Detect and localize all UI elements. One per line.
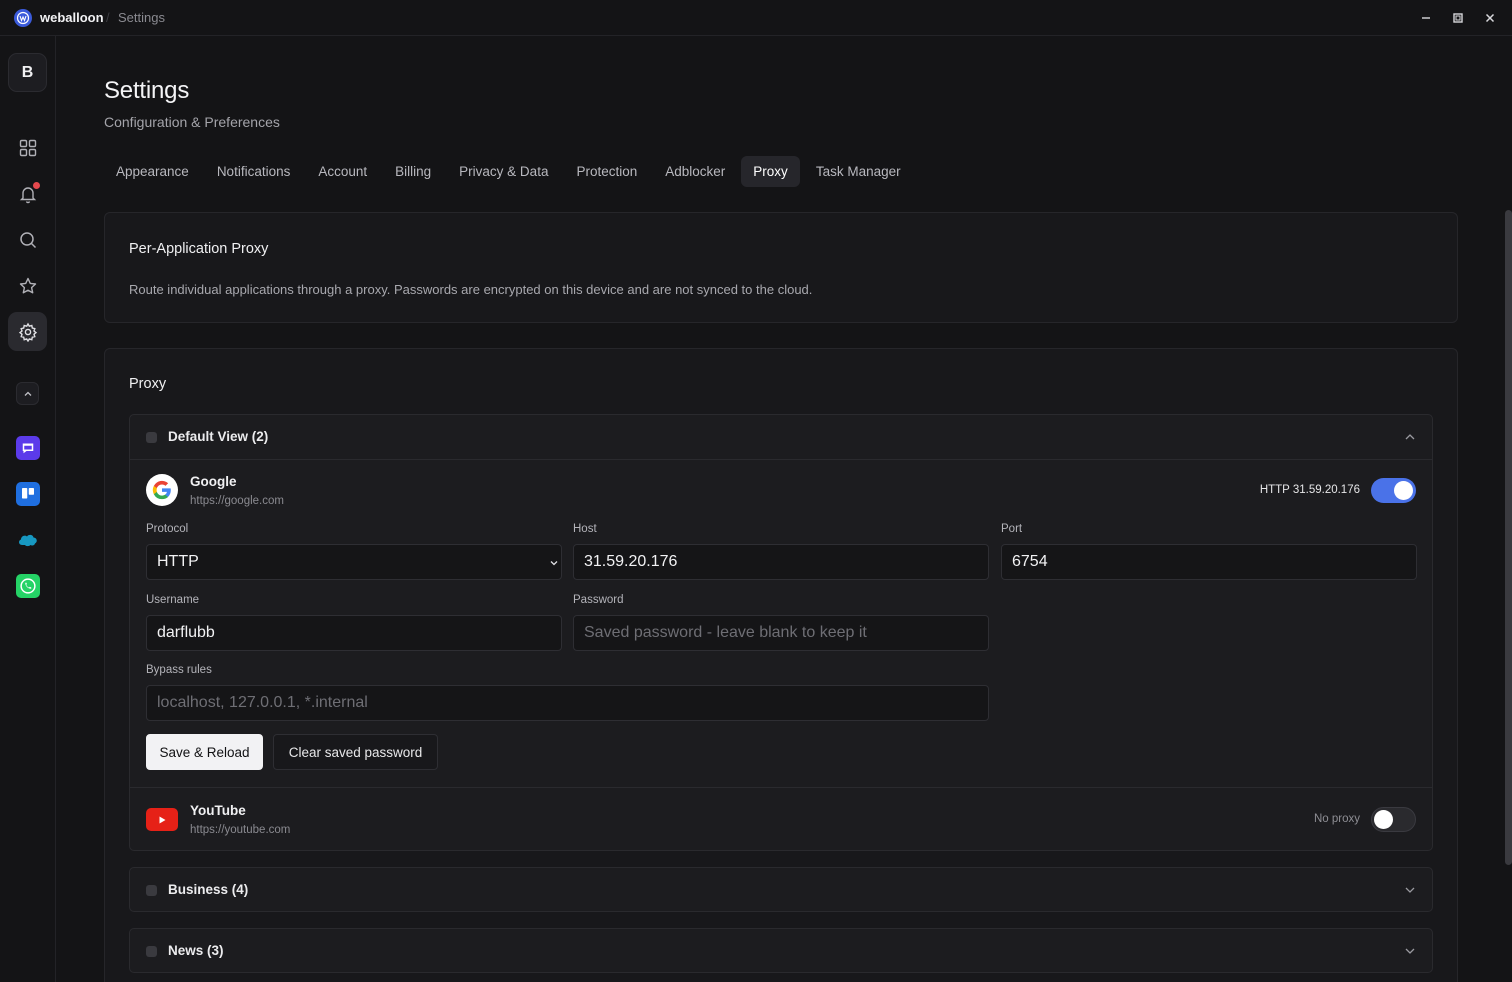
proxy-group-default-view: Default View (2) Google https://google.c… (129, 414, 1433, 851)
password-label: Password (573, 594, 624, 606)
close-icon[interactable] (1481, 9, 1499, 27)
tab-privacy-data[interactable]: Privacy & Data (447, 156, 560, 187)
chat-app-icon[interactable] (16, 436, 40, 460)
proxy-toggle[interactable] (1371, 478, 1416, 503)
chevron-up-icon[interactable] (1404, 431, 1416, 443)
proxy-status-label: No proxy (1313, 813, 1360, 825)
scrollbar[interactable] (1505, 210, 1512, 865)
toggle-knob (1394, 481, 1413, 500)
chevron-down-icon[interactable] (1404, 884, 1416, 896)
whatsapp-icon[interactable] (16, 574, 40, 598)
minimize-icon[interactable] (1417, 9, 1435, 27)
proxy-card: Proxy Default View (2) Google https://go… (104, 348, 1458, 982)
settings-tabs: Appearance Notifications Account Billing… (104, 156, 917, 187)
page-subtitle: Configuration & Preferences (104, 114, 280, 130)
chevron-down-icon (550, 561, 558, 566)
host-input[interactable]: 31.59.20.176 (573, 544, 989, 580)
per-app-proxy-card: Per-Application Proxy Route individual a… (104, 212, 1458, 323)
proxy-group-business[interactable]: Business (4) (129, 867, 1433, 912)
site-name: Google (190, 474, 237, 489)
tab-protection[interactable]: Protection (564, 156, 649, 187)
tab-billing[interactable]: Billing (383, 156, 443, 187)
search-icon[interactable] (8, 220, 47, 259)
password-input[interactable]: Saved password - leave blank to keep it (573, 615, 989, 651)
chevron-down-icon[interactable] (1404, 945, 1416, 957)
tab-notifications[interactable]: Notifications (205, 156, 303, 187)
tab-adblocker[interactable]: Adblocker (653, 156, 737, 187)
port-input[interactable]: 6754 (1001, 544, 1417, 580)
proxy-status-label: HTTP 31.59.20.176 (1259, 484, 1360, 496)
tab-account[interactable]: Account (306, 156, 379, 187)
group-title: News (3) (168, 943, 224, 958)
group-title: Default View (2) (168, 429, 269, 444)
username-label: Username (146, 594, 200, 606)
weballoon-logo-icon (14, 9, 32, 27)
card-title: Per-Application Proxy (129, 241, 269, 257)
site-url: https://youtube.com (190, 824, 291, 836)
save-reload-button[interactable]: Save & Reload (146, 734, 263, 770)
host-label: Host (573, 523, 597, 535)
group-title: Business (4) (168, 882, 249, 897)
page-title: Settings (104, 77, 190, 104)
card-title: Proxy (129, 376, 167, 392)
username-input[interactable]: darflubb (146, 615, 562, 651)
tab-task-manager[interactable]: Task Manager (804, 156, 913, 187)
youtube-logo-icon (146, 808, 178, 831)
breadcrumb-separator: / (106, 10, 110, 25)
site-row-google: Google https://google.com HTTP 31.59.20.… (130, 460, 1432, 786)
google-logo-icon (146, 474, 178, 506)
notification-badge (33, 182, 40, 189)
clear-password-button[interactable]: Clear saved password (273, 734, 438, 770)
group-checkbox[interactable] (146, 432, 157, 443)
site-url: https://google.com (190, 495, 284, 507)
trello-icon[interactable] (16, 482, 40, 506)
protocol-label: Protocol (146, 523, 189, 535)
card-description: Route individual applications through a … (129, 282, 813, 297)
breadcrumb-page: Settings (118, 10, 165, 25)
tab-appearance[interactable]: Appearance (104, 156, 201, 187)
proxy-group-news[interactable]: News (3) (129, 928, 1433, 973)
group-checkbox[interactable] (146, 946, 157, 957)
proxy-toggle[interactable] (1371, 807, 1416, 832)
bypass-rules-label: Bypass rules (146, 664, 212, 676)
toggle-knob (1374, 810, 1393, 829)
title-bar: weballoon / Settings (0, 0, 1512, 36)
salesforce-icon[interactable] (16, 528, 40, 552)
tab-proxy[interactable]: Proxy (741, 156, 800, 187)
app-name: weballoon (40, 10, 104, 25)
group-header[interactable]: Default View (2) (130, 415, 1432, 459)
port-label: Port (1001, 523, 1023, 535)
collapse-apps-button[interactable] (16, 382, 39, 405)
protocol-select[interactable]: HTTP (146, 544, 562, 580)
bell-icon[interactable] (8, 174, 47, 213)
dashboard-grid-icon[interactable] (8, 128, 47, 167)
site-name: YouTube (190, 803, 246, 818)
protocol-value: HTTP (157, 553, 199, 570)
bypass-rules-input[interactable]: localhost, 127.0.0.1, *.internal (146, 685, 989, 721)
site-row-youtube: YouTube https://youtube.com No proxy (130, 788, 1432, 851)
maximize-icon[interactable] (1449, 9, 1467, 27)
group-checkbox[interactable] (146, 885, 157, 896)
profile-button[interactable]: B (8, 53, 47, 92)
sidebar: B (0, 36, 56, 982)
star-icon[interactable] (8, 266, 47, 305)
main-content: Settings Configuration & Preferences App… (57, 37, 1512, 982)
gear-icon[interactable] (8, 312, 47, 351)
